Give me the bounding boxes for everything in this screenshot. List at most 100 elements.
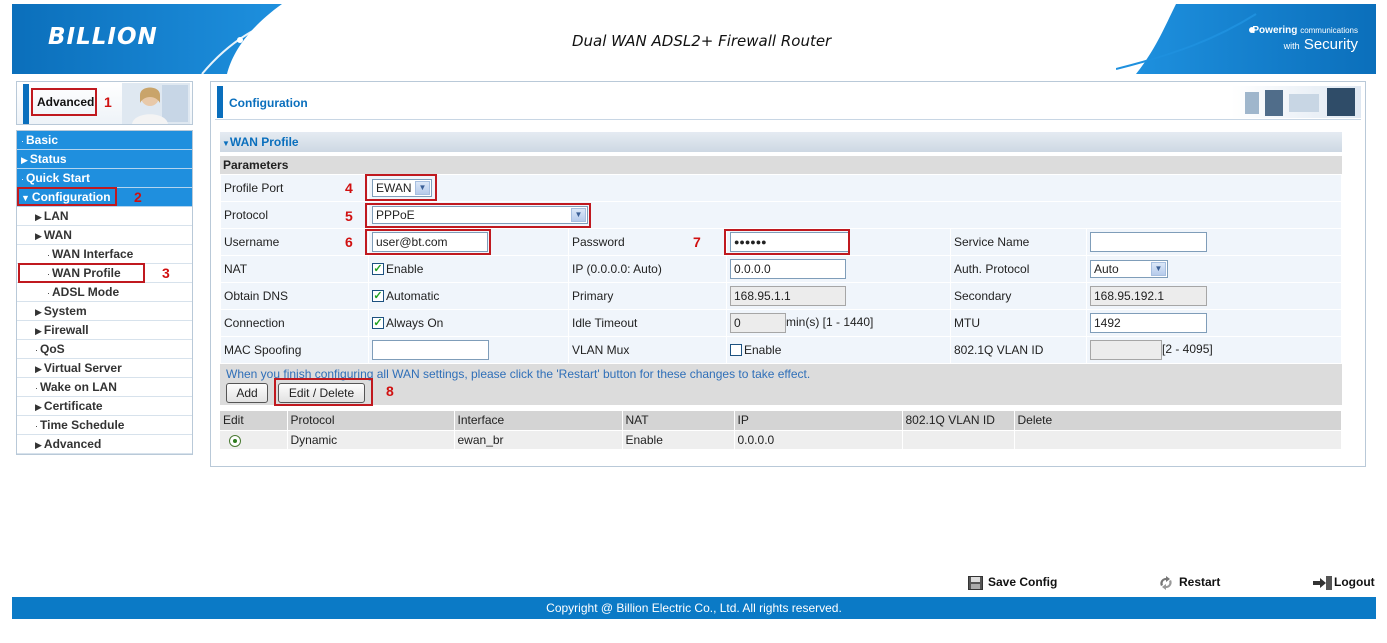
advanced-mode-label[interactable]: Advanced — [37, 95, 94, 109]
wan-profile-header[interactable]: ▼WAN Profile — [220, 132, 1342, 152]
sidebar-item-advanced[interactable]: ▶ Advanced — [17, 435, 192, 454]
tagline-bold: Powering — [1252, 25, 1298, 36]
col-ip: IP — [734, 411, 903, 430]
edit-radio[interactable] — [229, 434, 241, 447]
nat-checkbox[interactable]: ✓ — [372, 262, 384, 275]
edit-cell — [220, 429, 288, 449]
save-config-label: Save Config — [988, 575, 1058, 589]
sidebar-item-time-schedule[interactable]: · Time Schedule — [17, 416, 192, 435]
content-accent-bar — [217, 86, 223, 118]
annotation-number-6: 6 — [345, 234, 353, 250]
annotation-number-2: 2 — [134, 189, 142, 205]
bullet-icon: · — [35, 345, 38, 355]
sidebar-item-label: Virtual Server — [43, 361, 122, 375]
obtain-dns-checkbox-label: Automatic — [386, 289, 440, 303]
profile-port-select[interactable]: EWAN ▼ — [372, 179, 432, 197]
ip-cell: 0.0.0.0 — [734, 429, 903, 449]
annotation-number-5: 5 — [345, 208, 353, 224]
sidebar-item-label: ADSL Mode — [52, 285, 120, 299]
bullet-icon: · — [47, 288, 50, 298]
idle-timeout-input: 0 — [730, 313, 786, 333]
col-interface: Interface — [454, 411, 623, 430]
chevron-down-icon: ▼ — [571, 208, 586, 222]
banner-image-icon — [1231, 86, 1361, 118]
copyright-bar: Copyright @ Billion Electric Co., Ltd. A… — [12, 597, 1376, 619]
col-edit: Edit — [220, 411, 288, 430]
sidebar-item-firewall[interactable]: ▶ Firewall — [17, 321, 192, 340]
mtu-label: MTU — [950, 309, 1087, 337]
mac-spoofing-input[interactable] — [372, 340, 489, 360]
wan-profile-table: Edit Protocol Interface NAT IP 802.1Q VL… — [220, 411, 1342, 449]
sidebar-item-wan-interface[interactable]: · WAN Interface — [17, 245, 192, 264]
woman-photo-icon — [122, 83, 190, 124]
parameters-header: Parameters — [220, 156, 1342, 174]
header-banner: BILLION Dual WAN ADSL2+ Firewall Router … — [12, 4, 1376, 74]
vlan-mux-cell: Enable — [726, 336, 951, 364]
sidebar-item-virtual-server[interactable]: ▶ Virtual Server — [17, 359, 192, 378]
auth-protocol-label: Auth. Protocol — [950, 255, 1087, 283]
tagline: Powering communications with Security — [1252, 25, 1358, 53]
vlan-mux-checkbox[interactable] — [730, 343, 742, 356]
protocol-select[interactable]: PPPoE ▼ — [372, 206, 588, 224]
sidebar-item-label: Firewall — [43, 323, 89, 337]
sidebar-item-wan[interactable]: ▶ WAN — [17, 226, 192, 245]
router-title: Dual WAN ADSL2+ Firewall Router — [572, 32, 832, 50]
sidebar-nav: · Basic ▶ Status · Quick Start ▼ Configurati… — [16, 130, 193, 455]
password-input[interactable]: ●●●●●● — [730, 232, 850, 252]
sidebar-item-label: System — [43, 304, 87, 318]
col-delete: Delete — [1014, 411, 1342, 430]
connection-checkbox[interactable]: ✓ — [372, 316, 384, 329]
service-name-label: Service Name — [950, 228, 1087, 256]
sidebar-item-system[interactable]: ▶ System — [17, 302, 192, 321]
bullet-icon: · — [35, 383, 38, 393]
username-input[interactable]: user@bt.com — [372, 232, 488, 252]
sidebar-item-label: WAN Profile — [52, 266, 121, 280]
triangle-down-icon: ▶ — [35, 231, 42, 241]
vlan-mux-checkbox-label: Enable — [744, 343, 782, 357]
obtain-dns-checkbox[interactable]: ✓ — [372, 289, 384, 302]
edit-delete-button[interactable]: Edit / Delete — [278, 383, 365, 403]
sidebar-item-certificate[interactable]: ▶ Certificate — [17, 397, 192, 416]
auth-protocol-select[interactable]: Auto ▼ — [1090, 260, 1168, 278]
ip-input[interactable]: 0.0.0.0 — [730, 259, 846, 279]
restart-link[interactable]: Restart — [1158, 575, 1220, 590]
tagline-with: with — [1283, 40, 1300, 51]
sidebar-item-status[interactable]: ▶ Status — [17, 150, 192, 169]
service-name-cell — [1086, 228, 1342, 256]
service-name-input[interactable] — [1090, 232, 1207, 252]
secondary-dns-label: Secondary — [950, 282, 1087, 310]
add-button[interactable]: Add — [226, 383, 268, 403]
nat-checkbox-label: Enable — [386, 262, 424, 276]
idle-timeout-cell: 0 min(s) [1 - 1440] — [726, 309, 951, 337]
tagline-big: Security — [1303, 35, 1358, 53]
logout-link[interactable]: Logout — [1313, 575, 1375, 590]
triangle-right-icon: ▶ — [21, 155, 28, 165]
restart-note: When you finish configuring all WAN sett… — [226, 367, 811, 381]
mtu-input[interactable]: 1492 — [1090, 313, 1207, 333]
mode-accent-bar — [23, 84, 29, 124]
password-cell: ●●●●●● — [726, 228, 951, 256]
content-panel: Configuration ▼WAN Profile Parameters Pr… — [210, 81, 1366, 467]
sidebar-item-configuration[interactable]: ▼ Configuration — [17, 188, 192, 207]
restart-label: Restart — [1179, 575, 1221, 589]
nat-label: NAT — [220, 255, 369, 283]
sidebar-item-quick-start[interactable]: · Quick Start — [17, 169, 192, 188]
table-row: Dynamic ewan_br Enable 0.0.0.0 — [220, 429, 1342, 449]
sidebar-item-label: WAN Interface — [52, 247, 134, 261]
connection-checkbox-label: Always On — [386, 316, 444, 330]
sidebar-item-label: QoS — [40, 342, 65, 356]
secondary-dns-input: 168.95.192.1 — [1090, 286, 1207, 306]
bullet-icon: · — [35, 421, 38, 431]
idle-timeout-unit: min(s) [1 - 1440] — [786, 315, 874, 330]
sidebar-item-wake-on-lan[interactable]: · Wake on LAN — [17, 378, 192, 397]
sidebar-item-basic[interactable]: · Basic — [17, 131, 192, 150]
copyright-text: Copyright @ Billion Electric Co., Ltd. A… — [546, 601, 842, 615]
annotation-number-3: 3 — [162, 265, 170, 281]
sidebar-item-qos[interactable]: · QoS — [17, 340, 192, 359]
annotation-number-7: 7 — [693, 234, 701, 250]
sidebar-item-adsl-mode[interactable]: · ADSL Mode — [17, 283, 192, 302]
mtu-cell: 1492 — [1086, 309, 1342, 337]
obtain-dns-label: Obtain DNS — [220, 282, 369, 310]
save-config-link[interactable]: Save Config — [968, 575, 1057, 590]
sidebar-item-lan[interactable]: ▶ LAN — [17, 207, 192, 226]
